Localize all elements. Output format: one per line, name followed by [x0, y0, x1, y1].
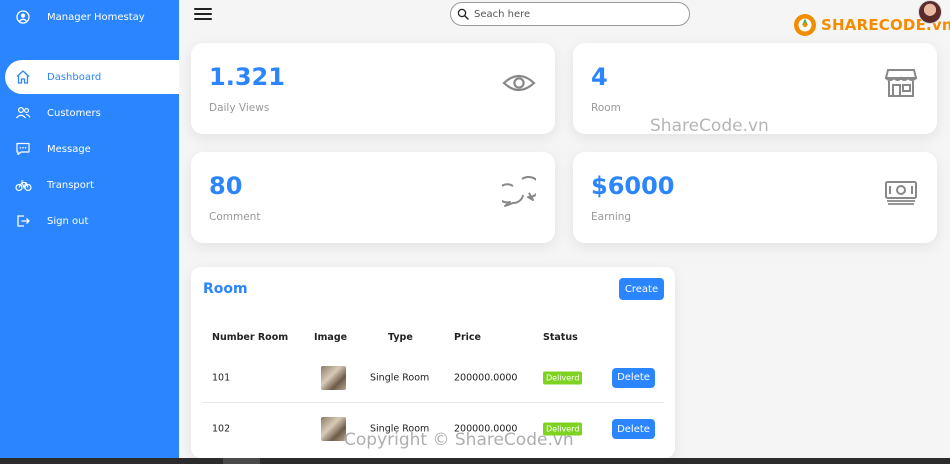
table-row: 101 Single Room 200000.0000 Deliverd Del…: [202, 353, 664, 403]
column-header-type: Type: [388, 332, 413, 343]
menu-line: [194, 13, 212, 15]
user-circle-icon: [15, 9, 31, 25]
stat-caption: Comment: [209, 211, 261, 223]
watermark-bottom: Copyright © ShareCode.vn: [344, 430, 574, 450]
column-header-status: Status: [543, 332, 578, 343]
stat-value: 80: [209, 172, 243, 200]
room-thumbnail: [321, 417, 346, 441]
sign-out-icon: [14, 212, 32, 230]
people-icon: [14, 104, 32, 122]
sidebar: Manager Homestay Dashboard Customers Mes…: [0, 0, 179, 458]
sidebar-item-label: Transport: [47, 179, 94, 191]
sharecode-logo-icon: [792, 12, 818, 38]
sidebar-item-dashboard[interactable]: Dashboard: [5, 60, 179, 94]
stat-caption: Room: [591, 102, 621, 114]
sidebar-item-label: Customers: [47, 107, 101, 119]
brand-label: Manager Homestay: [47, 11, 145, 23]
column-header-number-room: Number Room: [212, 332, 289, 343]
stat-value: $6000: [591, 172, 675, 200]
stat-card-daily-views: 1.321 Daily Views: [191, 43, 555, 134]
sidebar-item-message[interactable]: Message: [0, 132, 179, 166]
menu-line: [194, 8, 212, 10]
avatar[interactable]: [918, 0, 942, 24]
column-header-price: Price: [454, 332, 481, 343]
stat-caption: Earning: [591, 211, 632, 223]
taskbar-item[interactable]: [223, 458, 260, 464]
room-type: Single Room: [370, 372, 430, 383]
money-icon: [883, 174, 919, 210]
status-badge: Deliverd: [543, 371, 583, 384]
sidebar-item-label: Message: [47, 143, 91, 155]
stat-caption: Daily Views: [209, 102, 270, 114]
taskbar: [0, 458, 950, 464]
brand: Manager Homestay: [15, 9, 145, 25]
sidebar-item-label: Dashboard: [47, 71, 102, 83]
room-number: 102: [212, 423, 231, 435]
search-input[interactable]: [474, 8, 674, 20]
watermark-top: ShareCode.vn: [650, 116, 769, 136]
stat-card-earning: $6000 Earning: [573, 152, 937, 243]
delete-button[interactable]: Delete: [612, 419, 655, 439]
hamburger-menu-button[interactable]: [194, 8, 212, 20]
search-icon: [457, 8, 469, 20]
stat-value: 1.321: [209, 63, 285, 91]
room-number: 101: [212, 372, 231, 383]
stat-value: 4: [591, 63, 608, 91]
menu-line: [194, 18, 212, 20]
sidebar-item-sign-out[interactable]: Sign out: [0, 204, 179, 238]
sidebar-item-label: Sign out: [47, 215, 89, 227]
create-room-button[interactable]: Create: [619, 278, 664, 300]
store-icon: [883, 65, 919, 101]
search-bar[interactable]: [450, 2, 690, 26]
stat-card-comment: 80 Comment: [191, 152, 555, 243]
column-header-image: Image: [314, 332, 348, 343]
eye-icon: [501, 65, 537, 101]
room-panel-title: Room: [203, 281, 248, 297]
delete-button[interactable]: Delete: [612, 367, 655, 388]
home-icon: [14, 68, 32, 86]
room-thumbnail: [321, 365, 346, 390]
comment-icon: [501, 174, 537, 210]
room-price: 200000.0000: [454, 372, 518, 383]
sidebar-item-customers[interactable]: Customers: [0, 96, 179, 130]
bicycle-icon: [14, 176, 32, 194]
chat-icon: [14, 140, 32, 158]
sidebar-item-transport[interactable]: Transport: [0, 168, 179, 202]
